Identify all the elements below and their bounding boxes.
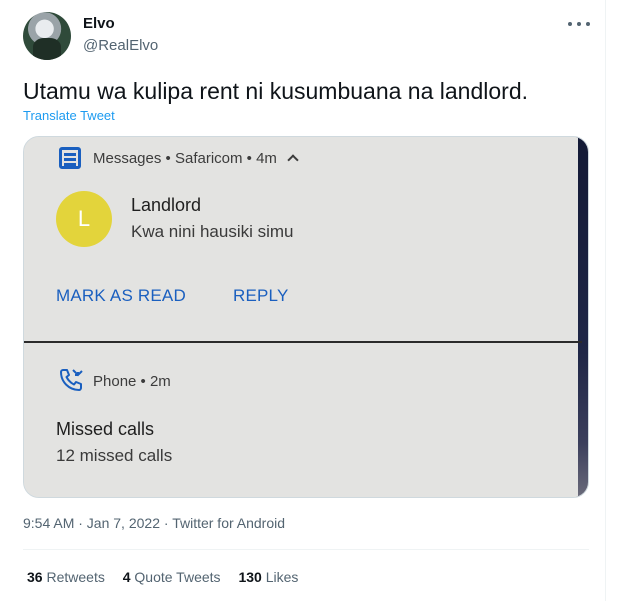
likes-count: 130 bbox=[238, 569, 262, 585]
reply-action: REPLY bbox=[233, 286, 289, 305]
divider bbox=[23, 549, 589, 550]
notification-app-name: Messages bbox=[93, 150, 162, 167]
quote-tweets-stat[interactable]: 4 Quote Tweets bbox=[123, 569, 221, 585]
phone-app-name: Phone bbox=[93, 373, 137, 390]
contact-avatar: L bbox=[56, 191, 112, 247]
tweet-media[interactable]: Messages • Safaricom • 4m L Landlord Kwa… bbox=[23, 136, 589, 498]
mark-as-read-action: MARK AS READ bbox=[56, 286, 186, 305]
phone-notification-header: Phone • 2m bbox=[93, 373, 171, 390]
retweets-count: 36 bbox=[27, 569, 43, 585]
engagement-stats: 36 Retweets 4 Quote Tweets 130 Likes bbox=[27, 569, 312, 585]
tweet-timestamp[interactable]: 9:54 AM · Jan 7, 2022 bbox=[23, 515, 160, 531]
missed-calls-title: Missed calls bbox=[56, 419, 155, 439]
message-sender: Landlord bbox=[131, 195, 202, 215]
message-notification-header: Messages • Safaricom • 4m bbox=[93, 150, 299, 167]
chevron-up-icon bbox=[287, 154, 299, 166]
avatar[interactable] bbox=[23, 12, 71, 60]
timeline-border bbox=[605, 0, 606, 601]
tweet-text: Utamu wa kulipa rent ni kusumbuana na la… bbox=[23, 78, 529, 104]
likes-label: Likes bbox=[265, 569, 299, 585]
more-icon[interactable] bbox=[568, 14, 590, 34]
message-notification: Messages • Safaricom • 4m L Landlord Kwa… bbox=[24, 137, 578, 341]
translate-tweet-link[interactable]: Translate Tweet bbox=[23, 108, 115, 123]
author-handle[interactable]: @RealElvo bbox=[83, 37, 158, 54]
tweet-source[interactable]: Twitter for Android bbox=[172, 515, 285, 531]
likes-stat[interactable]: 130 Likes bbox=[238, 569, 298, 585]
author-display-name[interactable]: Elvo bbox=[83, 15, 115, 32]
quote-tweets-label: Quote Tweets bbox=[134, 569, 221, 585]
phone-notification-age: 2m bbox=[149, 373, 171, 390]
retweets-label: Retweets bbox=[46, 569, 105, 585]
missed-calls-count: 12 missed calls bbox=[56, 446, 173, 465]
tweet-meta: 9:54 AM · Jan 7, 2022 · Twitter for Andr… bbox=[23, 515, 286, 531]
quote-tweets-count: 4 bbox=[122, 569, 131, 585]
notification-carrier: Safaricom bbox=[174, 150, 243, 167]
missed-call-icon bbox=[60, 369, 83, 391]
retweets-stat[interactable]: 36 Retweets bbox=[27, 569, 105, 585]
notification-age: 4m bbox=[256, 150, 277, 167]
phone-notification: Phone • 2m Missed calls 12 missed calls bbox=[24, 343, 578, 497]
messages-icon bbox=[59, 147, 81, 169]
message-body: Kwa nini hausiki simu bbox=[131, 222, 294, 241]
